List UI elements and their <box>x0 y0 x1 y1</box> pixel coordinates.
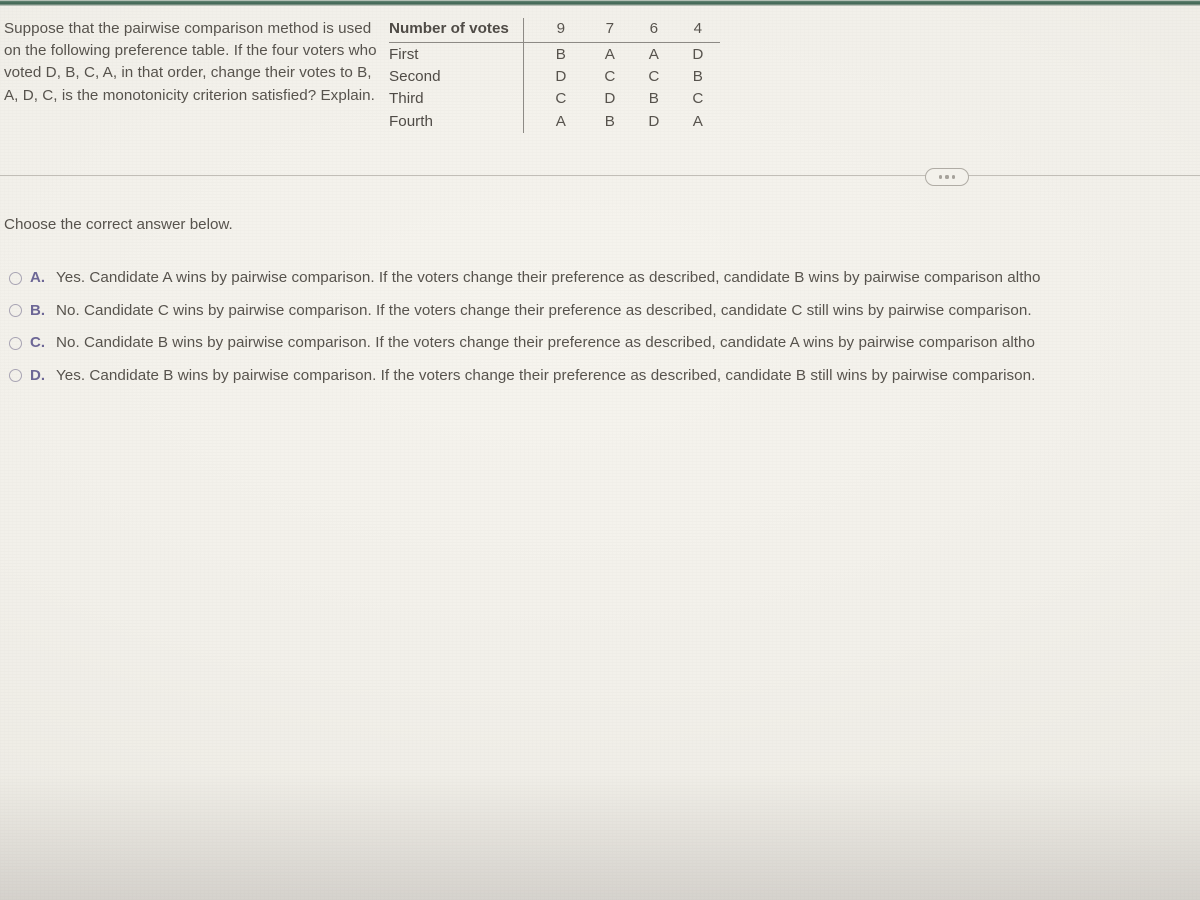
expand-ellipsis-button[interactable] <box>925 168 969 186</box>
preference-cell: D <box>648 112 660 130</box>
preference-cell: D <box>692 46 704 63</box>
radio-button-c[interactable] <box>9 336 22 350</box>
option-letter-a: A. <box>30 269 46 286</box>
option-text-b: No. Candidate C wins by pairwise compari… <box>56 301 1032 319</box>
preference-cell: C <box>522 88 588 111</box>
rank-label-fourth: Fourth <box>389 112 433 130</box>
preference-cell: C <box>692 90 704 108</box>
radio-button-b[interactable] <box>9 304 22 317</box>
option-row-b[interactable]: B. No. Candidate C wins by pairwise comp… <box>4 301 1200 322</box>
preference-cell: A <box>604 46 615 63</box>
ellipsis-dot-icon <box>938 175 942 179</box>
table-row: Third C D B C <box>389 88 720 111</box>
table-header-row: Number of votes 9 7 6 4 <box>389 18 720 43</box>
divider-line <box>0 175 1200 177</box>
rank-label-third: Third <box>389 90 424 108</box>
vote-count-cell: 9 <box>522 18 588 43</box>
preference-cell: C <box>648 68 660 86</box>
question-stem-text: Suppose that the pairwise comparison met… <box>4 20 377 104</box>
table-row: First B A A D <box>389 42 720 67</box>
ellipsis-dot-icon <box>952 175 956 179</box>
preference-cell: B <box>648 90 659 108</box>
preference-cell: A <box>648 46 659 63</box>
preference-cell: D <box>522 66 588 89</box>
vote-count-cell: 7 <box>587 18 632 43</box>
option-letter-c: C. <box>30 334 46 351</box>
preference-cell: A <box>522 110 588 133</box>
vote-count-cell: 4 <box>675 18 720 43</box>
table-header-label: Number of votes <box>389 18 524 43</box>
preference-cell: A <box>692 112 703 130</box>
section-divider <box>0 168 1200 186</box>
option-row-c[interactable]: C. No. Candidate B wins by pairwise comp… <box>4 333 1200 354</box>
preference-table: Number of votes 9 7 6 4 First B A A D Se… <box>389 18 720 133</box>
option-row-d[interactable]: D. Yes. Candidate B wins by pairwise com… <box>4 366 1200 387</box>
preference-cell: B <box>604 112 615 130</box>
rank-label-first: First <box>389 46 419 63</box>
table-row: Second D C C B <box>389 66 720 89</box>
ellipsis-dot-icon <box>945 175 949 179</box>
option-text-d: Yes. Candidate B wins by pairwise compar… <box>56 366 1036 384</box>
answer-prompt-text: Choose the correct answer below. <box>4 216 233 233</box>
preference-cell: D <box>604 90 616 108</box>
option-letter-d: D. <box>30 366 46 384</box>
option-letter-b: B. <box>30 301 46 319</box>
preference-cell: B <box>692 68 703 86</box>
preference-cell: B <box>522 42 588 67</box>
rank-label-second: Second <box>389 68 441 86</box>
option-row-a[interactable]: A. Yes. Candidate A wins by pairwise com… <box>4 268 1200 289</box>
preference-cell: C <box>604 68 616 86</box>
answer-options-list: A. Yes. Candidate A wins by pairwise com… <box>4 268 1200 398</box>
radio-button-a[interactable] <box>9 271 22 285</box>
option-text-a: Yes. Candidate A wins by pairwise compar… <box>56 269 1041 286</box>
option-text-c: No. Candidate B wins by pairwise compari… <box>56 334 1036 351</box>
radio-button-d[interactable] <box>9 369 22 382</box>
vote-count-cell: 6 <box>631 18 676 43</box>
table-row: Fourth A B D A <box>389 110 720 133</box>
